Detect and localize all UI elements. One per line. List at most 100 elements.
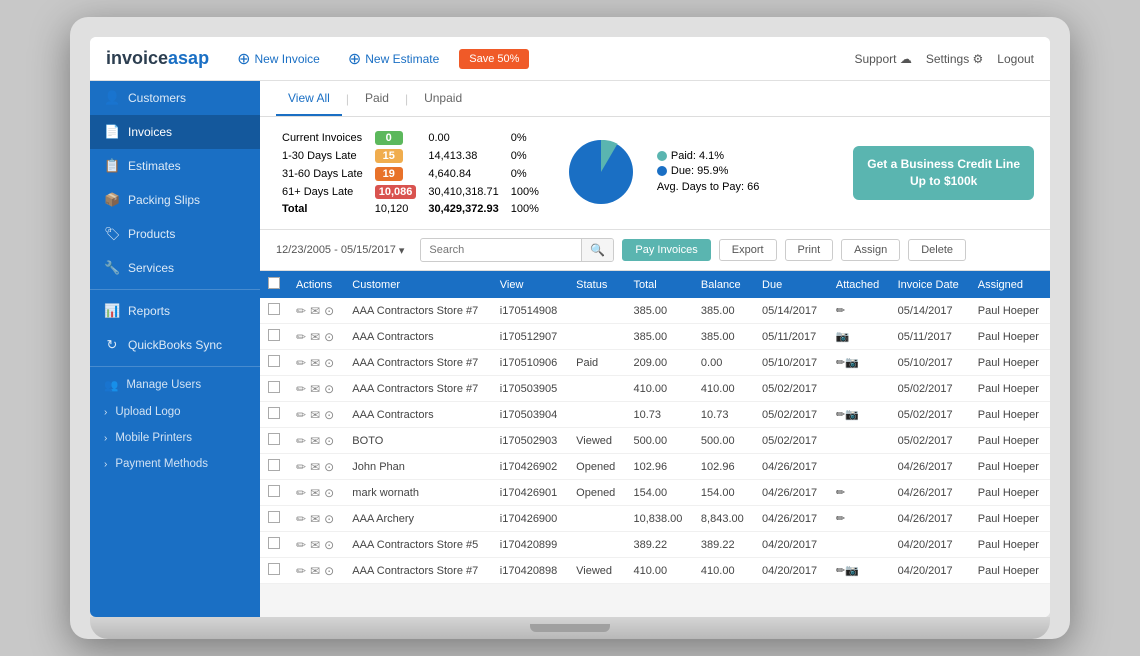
sidebar-divider1 bbox=[90, 289, 260, 290]
stats-table: Current Invoices 0 0.00 0% 1-30 Days Lat… bbox=[276, 129, 545, 217]
row-customer[interactable]: AAA Contractors bbox=[344, 402, 491, 428]
products-icon: 🏷 bbox=[104, 226, 120, 242]
sidebar-item-quickbooks[interactable]: ↻ QuickBooks Sync bbox=[90, 328, 260, 362]
delete-button[interactable]: Delete bbox=[908, 239, 966, 261]
email-icon[interactable]: ✉ bbox=[310, 356, 320, 370]
email-icon[interactable]: ✉ bbox=[310, 486, 320, 500]
edit-icon[interactable]: ✏ bbox=[296, 434, 306, 448]
edit-icon[interactable]: ✏ bbox=[296, 382, 306, 396]
row-customer[interactable]: AAA Contractors Store #7 bbox=[344, 350, 491, 376]
edit-icon[interactable]: ✏ bbox=[296, 356, 306, 370]
row-assigned: Paul Hoeper bbox=[970, 402, 1050, 428]
row-checkbox[interactable] bbox=[260, 428, 288, 454]
email-icon[interactable]: ✉ bbox=[310, 408, 320, 422]
new-invoice-button[interactable]: ⊕ New Invoice bbox=[229, 45, 328, 73]
dropdown-icon: ▾ bbox=[399, 244, 405, 257]
col-balance: Balance bbox=[693, 271, 754, 298]
email-icon[interactable]: ✉ bbox=[310, 460, 320, 474]
settings-link[interactable]: Settings ⚙ bbox=[926, 52, 983, 66]
row-checkbox[interactable] bbox=[260, 298, 288, 324]
save50-button[interactable]: Save 50% bbox=[459, 49, 529, 69]
export-button[interactable]: Export bbox=[719, 239, 777, 261]
pay-invoices-button[interactable]: Pay Invoices bbox=[622, 239, 710, 261]
email-icon[interactable]: ✉ bbox=[310, 434, 320, 448]
more-icon[interactable]: ⊙ bbox=[324, 538, 334, 552]
more-icon[interactable]: ⊙ bbox=[324, 486, 334, 500]
print-button[interactable]: Print bbox=[785, 239, 834, 261]
sidebar-item-packing-slips[interactable]: 📦 Packing Slips bbox=[90, 183, 260, 217]
row-checkbox[interactable] bbox=[260, 558, 288, 584]
tab-paid[interactable]: Paid bbox=[353, 81, 401, 116]
row-total: 500.00 bbox=[625, 428, 692, 454]
sidebar-item-manage-users[interactable]: 👥 Manage Users bbox=[90, 371, 260, 399]
row-customer[interactable]: AAA Contractors Store #7 bbox=[344, 558, 491, 584]
sidebar-item-estimates[interactable]: 📋 Estimates bbox=[90, 149, 260, 183]
more-icon[interactable]: ⊙ bbox=[324, 382, 334, 396]
row-checkbox[interactable] bbox=[260, 402, 288, 428]
row-customer[interactable]: John Phan bbox=[344, 454, 491, 480]
row-checkbox[interactable] bbox=[260, 480, 288, 506]
row-customer[interactable]: AAA Archery bbox=[344, 506, 491, 532]
email-icon[interactable]: ✉ bbox=[310, 538, 320, 552]
edit-icon[interactable]: ✏ bbox=[296, 330, 306, 344]
edit-icon[interactable]: ✏ bbox=[296, 538, 306, 552]
stat-total-count: 10,120 bbox=[369, 201, 423, 217]
more-icon[interactable]: ⊙ bbox=[324, 408, 334, 422]
search-input[interactable] bbox=[421, 240, 581, 260]
sidebar-item-invoices[interactable]: 📄 Invoices bbox=[90, 115, 260, 149]
email-icon[interactable]: ✉ bbox=[310, 330, 320, 344]
row-checkbox[interactable] bbox=[260, 532, 288, 558]
sidebar-item-payment-methods[interactable]: › Payment Methods bbox=[90, 451, 260, 477]
sidebar-item-products[interactable]: 🏷 Products bbox=[90, 217, 260, 251]
row-customer[interactable]: AAA Contractors bbox=[344, 324, 491, 350]
cta-button[interactable]: Get a Business Credit Line Up to $100k bbox=[853, 146, 1034, 200]
logout-link[interactable]: Logout bbox=[997, 52, 1034, 66]
row-customer[interactable]: AAA Contractors Store #7 bbox=[344, 376, 491, 402]
assign-button[interactable]: Assign bbox=[841, 239, 900, 261]
row-checkbox[interactable] bbox=[260, 376, 288, 402]
row-total: 389.22 bbox=[625, 532, 692, 558]
sidebar-item-customers[interactable]: 👤 Customers bbox=[90, 81, 260, 115]
edit-icon[interactable]: ✏ bbox=[296, 512, 306, 526]
sidebar-item-label: Payment Methods bbox=[115, 458, 208, 470]
row-customer[interactable]: BOTO bbox=[344, 428, 491, 454]
row-customer[interactable]: mark wornath bbox=[344, 480, 491, 506]
tab-unpaid[interactable]: Unpaid bbox=[412, 81, 474, 116]
email-icon[interactable]: ✉ bbox=[310, 564, 320, 578]
tab-view-all[interactable]: View All bbox=[276, 81, 342, 116]
row-invoice-date: 04/26/2017 bbox=[890, 480, 970, 506]
sidebar-item-services[interactable]: 🔧 Services bbox=[90, 251, 260, 285]
more-icon[interactable]: ⊙ bbox=[324, 330, 334, 344]
row-checkbox[interactable] bbox=[260, 350, 288, 376]
row-total: 102.96 bbox=[625, 454, 692, 480]
email-icon[interactable]: ✉ bbox=[310, 512, 320, 526]
row-checkbox[interactable] bbox=[260, 454, 288, 480]
stat-label: 31-60 Days Late bbox=[276, 165, 369, 183]
more-icon[interactable]: ⊙ bbox=[324, 512, 334, 526]
row-customer[interactable]: AAA Contractors Store #5 bbox=[344, 532, 491, 558]
email-icon[interactable]: ✉ bbox=[310, 304, 320, 318]
edit-icon[interactable]: ✏ bbox=[296, 486, 306, 500]
more-icon[interactable]: ⊙ bbox=[324, 434, 334, 448]
row-checkbox[interactable] bbox=[260, 324, 288, 350]
sidebar-item-reports[interactable]: 📊 Reports bbox=[90, 294, 260, 328]
email-icon[interactable]: ✉ bbox=[310, 382, 320, 396]
sidebar-item-mobile-printers[interactable]: › Mobile Printers bbox=[90, 425, 260, 451]
more-icon[interactable]: ⊙ bbox=[324, 460, 334, 474]
search-button[interactable]: 🔍 bbox=[581, 239, 613, 261]
edit-icon[interactable]: ✏ bbox=[296, 408, 306, 422]
edit-icon[interactable]: ✏ bbox=[296, 304, 306, 318]
edit-icon[interactable]: ✏ bbox=[296, 564, 306, 578]
more-icon[interactable]: ⊙ bbox=[324, 356, 334, 370]
row-assigned: Paul Hoeper bbox=[970, 298, 1050, 324]
more-icon[interactable]: ⊙ bbox=[324, 564, 334, 578]
table-row: ✏ ✉ ⊙ mark wornath i170426901 Opened 154… bbox=[260, 480, 1050, 506]
row-customer[interactable]: AAA Contractors Store #7 bbox=[344, 298, 491, 324]
more-icon[interactable]: ⊙ bbox=[324, 304, 334, 318]
new-estimate-button[interactable]: ⊕ New Estimate bbox=[340, 45, 447, 73]
row-view: i170503905 bbox=[492, 376, 568, 402]
support-link[interactable]: Support ☁ bbox=[854, 52, 911, 66]
row-checkbox[interactable] bbox=[260, 506, 288, 532]
edit-icon[interactable]: ✏ bbox=[296, 460, 306, 474]
sidebar-item-upload-logo[interactable]: › Upload Logo bbox=[90, 399, 260, 425]
